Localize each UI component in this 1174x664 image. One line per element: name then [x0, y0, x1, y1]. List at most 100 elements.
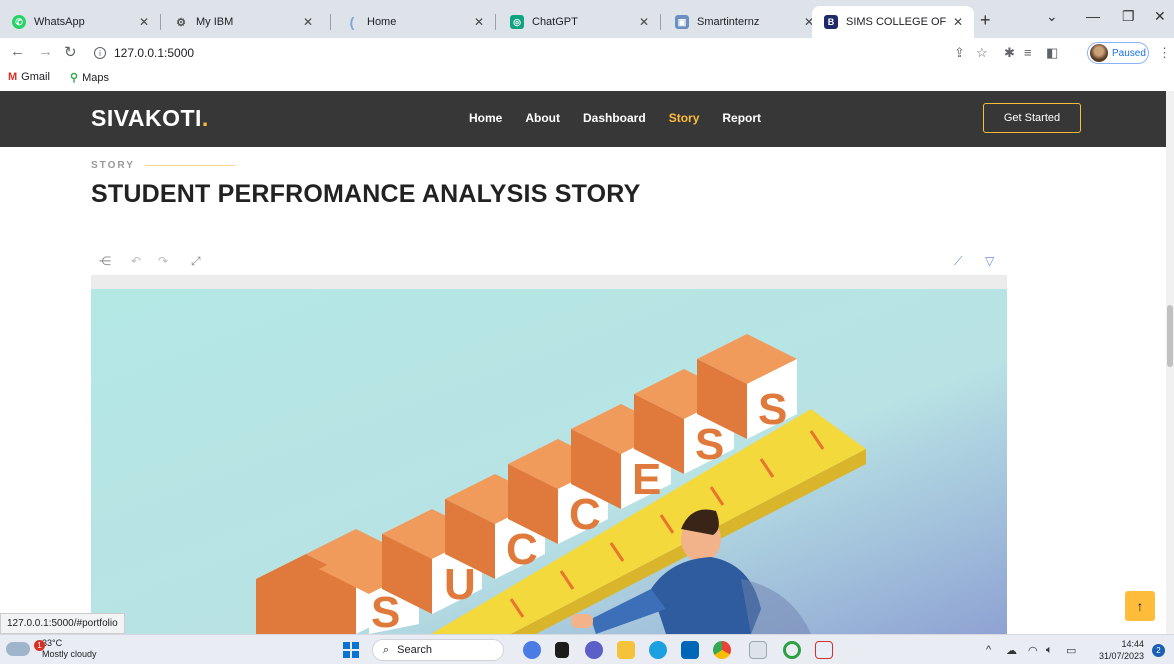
- tab-chatgpt[interactable]: ◎ ChatGPT ✕: [498, 6, 660, 38]
- menu-kebab-icon[interactable]: ⋮: [1158, 45, 1171, 61]
- clock-time: 14:44: [1121, 639, 1144, 649]
- windows-taskbar: 1 33°C Mostly cloudy ⌕ Search ^ ☁ ◠ 🔈︎ ▭…: [0, 634, 1174, 664]
- clock-date: 31/07/2023: [1098, 651, 1144, 661]
- tab-separator: [330, 14, 331, 30]
- notepad-icon[interactable]: [749, 641, 767, 659]
- maps-icon: ⚲: [70, 72, 79, 84]
- success-letter: U: [444, 560, 476, 609]
- system-clock[interactable]: 14:44 31/07/2023: [1094, 638, 1144, 662]
- restore-icon[interactable]: ❐: [1122, 8, 1135, 25]
- tab-home[interactable]: ( Home ✕: [333, 6, 495, 38]
- extensions-icon[interactable]: ✱: [1004, 45, 1015, 61]
- main-nav: Home About Dashboard Story Report: [469, 111, 784, 125]
- logo-text: SIVAKOTI: [91, 105, 202, 131]
- close-icon[interactable]: ✕: [471, 15, 487, 29]
- get-started-button[interactable]: Get Started: [983, 103, 1081, 133]
- tab-search-icon[interactable]: ⌄: [1046, 8, 1058, 25]
- browser-tab-bar: ✆ WhatsApp ✕ ⚙ My IBM ✕ ( Home ✕ ◎ ChatG…: [0, 0, 1174, 38]
- store-icon[interactable]: [681, 641, 699, 659]
- reading-list-icon[interactable]: ≡: [1024, 45, 1032, 60]
- app-icon[interactable]: [815, 641, 833, 659]
- tab-my-ibm[interactable]: ⚙ My IBM ✕: [162, 6, 324, 38]
- battery-icon[interactable]: ▭: [1066, 644, 1076, 657]
- back-to-top-button[interactable]: ↑: [1125, 591, 1155, 621]
- tab-separator: [495, 14, 496, 30]
- redo-icon[interactable]: ↷: [158, 254, 168, 268]
- profile-status: Paused: [1112, 47, 1146, 59]
- weather-widget[interactable]: 1 33°C Mostly cloudy: [6, 638, 97, 660]
- gmail-icon: M: [8, 71, 18, 83]
- bookmark-gmail[interactable]: M Gmail: [8, 71, 50, 83]
- taskbar-search[interactable]: ⌕ Search: [372, 639, 504, 661]
- task-view-icon[interactable]: [555, 642, 569, 658]
- reload-icon[interactable]: ↻: [64, 43, 77, 61]
- success-letter: S: [371, 588, 400, 634]
- chart-icon[interactable]: ⟋: [954, 254, 962, 269]
- tab-title: My IBM: [196, 16, 234, 28]
- share-icon[interactable]: ⇪: [954, 45, 965, 61]
- close-icon[interactable]: ✕: [636, 15, 652, 29]
- bookmark-label: Maps: [82, 71, 109, 84]
- filter-icon[interactable]: ▽: [985, 254, 994, 268]
- ibm-icon: ⚙: [176, 16, 186, 29]
- bookmark-star-icon[interactable]: ☆: [976, 45, 988, 61]
- share-icon[interactable]: ⋲: [99, 254, 111, 268]
- chrome-icon[interactable]: [713, 641, 731, 659]
- scrollbar-thumb[interactable]: [1167, 305, 1173, 367]
- address-bar[interactable]: i 127.0.0.1:5000: [90, 41, 950, 65]
- page-title: STUDENT PERFROMANCE ANALYSIS STORY: [91, 180, 641, 208]
- profile-button[interactable]: Paused: [1087, 42, 1149, 64]
- teams-icon[interactable]: [585, 641, 603, 659]
- success-illustration: S U C C E S S: [91, 289, 1007, 634]
- info-icon[interactable]: i: [94, 47, 106, 59]
- weather-condition: Mostly cloudy: [42, 649, 97, 659]
- temperature: 33°C: [42, 638, 63, 648]
- close-window-icon[interactable]: ✕: [1154, 8, 1166, 25]
- nav-about[interactable]: About: [525, 111, 560, 125]
- search-label: Search: [397, 644, 433, 656]
- wifi-icon[interactable]: ◠: [1028, 644, 1038, 657]
- onedrive-icon[interactable]: ☁: [1006, 644, 1017, 657]
- circle-app-icon[interactable]: [783, 641, 801, 659]
- avatar: [1090, 44, 1108, 62]
- file-explorer-icon[interactable]: [617, 641, 635, 659]
- sims-icon: B: [824, 15, 838, 29]
- tab-smartinternz[interactable]: ▣ Smartinternz ✕: [663, 6, 825, 38]
- bing-icon[interactable]: [523, 641, 541, 659]
- notification-badge[interactable]: 2: [1152, 644, 1165, 657]
- new-tab-button[interactable]: +: [980, 10, 991, 31]
- site-header: SIVAKOTI. Home About Dashboard Story Rep…: [0, 91, 1166, 147]
- bookmark-label: Gmail: [21, 71, 50, 83]
- chevron-up-icon[interactable]: ^: [986, 644, 991, 656]
- minimize-icon[interactable]: —: [1086, 8, 1100, 24]
- tab-title: WhatsApp: [34, 16, 85, 28]
- nav-dashboard[interactable]: Dashboard: [583, 111, 646, 125]
- undo-icon[interactable]: ↶: [131, 254, 141, 268]
- chatgpt-icon: ◎: [510, 15, 524, 29]
- tab-sims-college[interactable]: B SIMS COLLEGE OF LIFE SCI ✕: [812, 6, 974, 38]
- windows-start-icon[interactable]: [343, 642, 359, 658]
- tab-separator: [160, 14, 161, 30]
- close-icon[interactable]: ✕: [300, 15, 316, 29]
- forward-arrow-icon[interactable]: →: [38, 43, 53, 60]
- nav-home[interactable]: Home: [469, 111, 502, 125]
- bookmark-maps[interactable]: ⚲ Maps: [70, 71, 109, 85]
- close-icon[interactable]: ✕: [950, 15, 966, 29]
- smartinternz-icon: ▣: [675, 15, 689, 29]
- volume-icon[interactable]: 🔈︎: [1046, 644, 1053, 657]
- story-embed[interactable]: S U C C E S S: [91, 275, 1007, 634]
- close-icon[interactable]: ✕: [136, 15, 152, 29]
- success-letter: C: [506, 525, 538, 574]
- nav-story[interactable]: Story: [669, 111, 700, 125]
- side-panel-icon[interactable]: ◧: [1046, 45, 1058, 61]
- success-letter: S: [695, 420, 724, 469]
- status-bar-url: 127.0.0.1:5000/#portfolio: [0, 613, 125, 634]
- edge-icon[interactable]: [649, 641, 667, 659]
- back-arrow-icon[interactable]: ←: [10, 43, 25, 60]
- tab-whatsapp[interactable]: ✆ WhatsApp ✕: [0, 6, 160, 38]
- nav-report[interactable]: Report: [722, 111, 761, 125]
- logo-dot: .: [201, 105, 209, 131]
- fullscreen-icon[interactable]: ⤢: [191, 254, 201, 269]
- success-letter: E: [632, 455, 661, 504]
- site-logo[interactable]: SIVAKOTI.: [91, 105, 209, 132]
